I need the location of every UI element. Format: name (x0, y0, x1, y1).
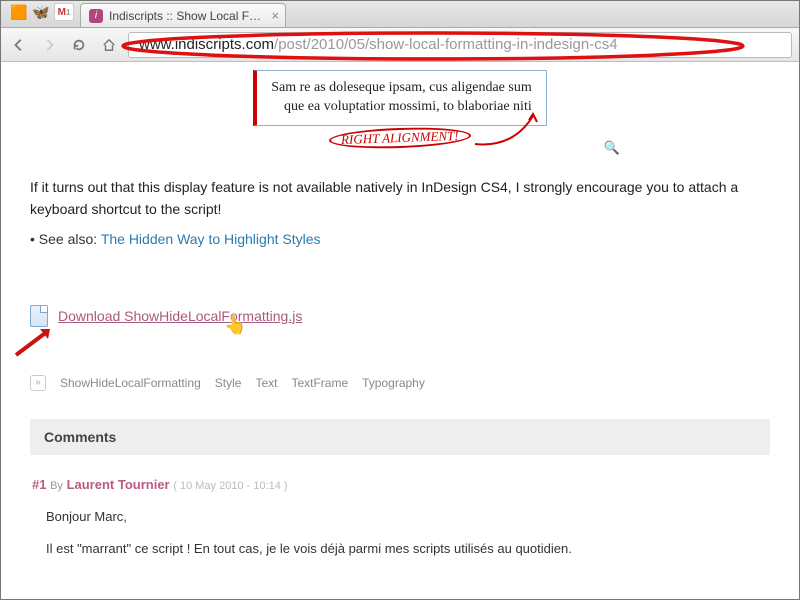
page-content: Sam re as doleseque ipsam, cus aligendae… (0, 62, 800, 600)
download-block: Download ShowHideLocalFormatting.js 👆 (30, 305, 770, 327)
annotation-arrow (12, 323, 62, 359)
back-button[interactable] (8, 34, 30, 56)
comment: #1 By Laurent Tournier ( 10 May 2010 - 1… (30, 477, 770, 560)
comment-by-label: By (50, 480, 63, 492)
comment-body: Bonjour Marc, Il est "marrant" ce script… (32, 506, 768, 560)
comments-header: Comments (30, 419, 770, 455)
favicon: i (89, 9, 103, 23)
browser-tab-strip: 🟧 🦋 M1 i Indiscripts :: Show Local F… × (0, 0, 800, 28)
comment-number: #1 (32, 477, 46, 492)
close-icon[interactable]: × (271, 8, 279, 23)
tab-title: Indiscripts :: Show Local F… (109, 9, 261, 23)
app-icon[interactable]: 🦋 (32, 3, 50, 21)
handwriting-annotation: RIGHT ALIGNMENT! (329, 128, 471, 148)
article-paragraph: If it turns out that this display featur… (30, 176, 770, 221)
sample-line: Sam re as doleseque ipsam, cus aligendae… (271, 79, 531, 98)
address-bar[interactable]: www.indiscripts.com/post/2010/05/show-lo… (128, 32, 792, 58)
reload-button[interactable] (68, 34, 90, 56)
comment-author[interactable]: Laurent Tournier (67, 477, 170, 492)
cursor-pointer-icon: 👆 (224, 315, 246, 336)
tags-row: » ShowHideLocalFormatting Style Text Tex… (30, 375, 770, 391)
tag-link[interactable]: Typography (362, 376, 425, 390)
tag-link[interactable]: Text (255, 376, 277, 390)
url-host: www.indiscripts.com (139, 36, 274, 53)
tag-link[interactable]: Style (215, 376, 242, 390)
gmail-icon[interactable]: M1 (54, 3, 74, 21)
tags-icon: » (30, 375, 46, 391)
see-also: • See also: The Hidden Way to Highlight … (30, 231, 770, 247)
home-button[interactable] (98, 34, 120, 56)
download-link[interactable]: Download ShowHideLocalFormatting.js (58, 308, 302, 324)
browser-toolbar: www.indiscripts.com/post/2010/05/show-lo… (0, 28, 800, 62)
see-also-link[interactable]: The Hidden Way to Highlight Styles (101, 231, 321, 247)
sample-figure: Sam re as doleseque ipsam, cus aligendae… (30, 70, 770, 148)
dock-shortcuts: 🟧 🦋 M1 (4, 3, 80, 27)
app-icon[interactable]: 🟧 (10, 3, 28, 21)
forward-button (38, 34, 60, 56)
comment-date: ( 10 May 2010 - 10:14 ) (173, 480, 287, 492)
browser-tab[interactable]: i Indiscripts :: Show Local F… × (80, 3, 286, 27)
url-path: /post/2010/05/show-local-formatting-in-i… (274, 36, 618, 53)
tag-link[interactable]: TextFrame (291, 376, 348, 390)
tag-link[interactable]: ShowHideLocalFormatting (60, 376, 201, 390)
magnifier-icon[interactable]: 🔍 (604, 140, 620, 156)
comment-meta: #1 By Laurent Tournier ( 10 May 2010 - 1… (32, 477, 768, 492)
